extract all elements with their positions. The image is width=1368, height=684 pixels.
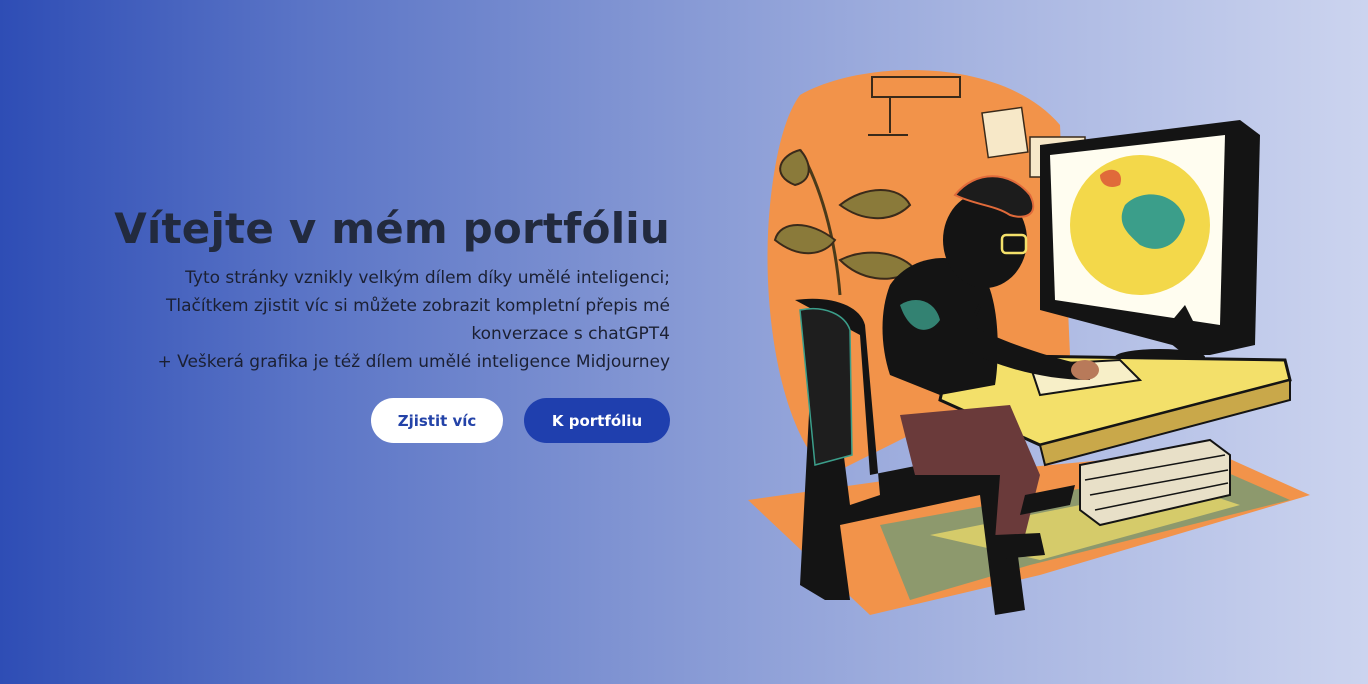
hero-section: Vítejte v mém portfóliu Tyto stránky vzn…	[110, 200, 670, 443]
learn-more-button[interactable]: Zjistit víc	[371, 398, 503, 443]
hero-buttons: Zjistit víc K portfóliu	[110, 398, 670, 443]
hero-description-line: Tyto stránky vznikly velkým dílem díky u…	[185, 268, 670, 288]
hero-description-line: konverzace s chatGPT4	[471, 324, 670, 344]
page-title: Vítejte v mém portfóliu	[114, 204, 670, 253]
hero-description-line: + Veškerá grafika je též dílem umělé int…	[157, 352, 671, 372]
hero-description-line: Tlačítkem zjistit víc si můžete zobrazit…	[165, 296, 670, 316]
boy-at-computer-illustration	[748, 70, 1310, 615]
hero-description: Tyto stránky vznikly velkým dílem díky u…	[110, 264, 671, 376]
portfolio-button[interactable]: K portfóliu	[524, 398, 670, 443]
